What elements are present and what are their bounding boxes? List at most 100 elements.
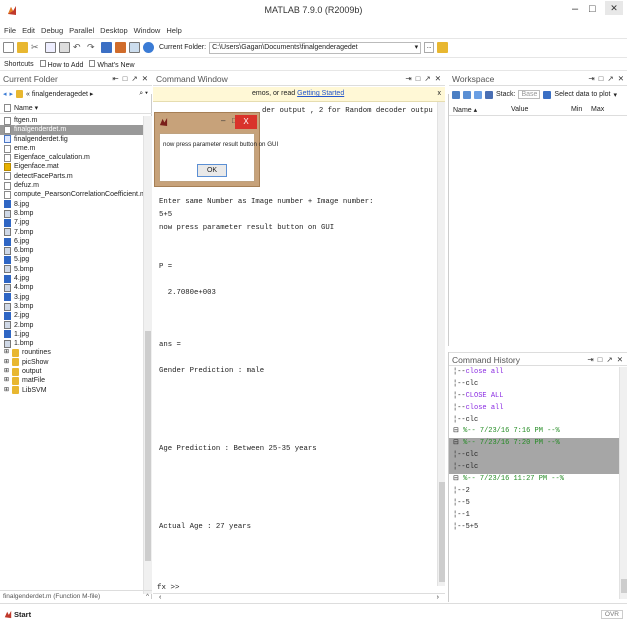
file-item[interactable]: detectFaceParts.m xyxy=(0,172,143,181)
file-item[interactable]: 6.jpg xyxy=(0,237,143,246)
menu-window[interactable]: Window xyxy=(134,26,161,35)
panel-controls[interactable]: ⇥ □ ↗ ✕ xyxy=(588,74,625,83)
shortcuts-menu[interactable]: Shortcuts xyxy=(4,61,34,68)
file-item[interactable]: 4.bmp xyxy=(0,283,143,292)
history-item[interactable]: ⊟ %-- 7/23/16 7:16 PM --% xyxy=(449,426,619,438)
select-data-to-plot[interactable]: Select data to plot xyxy=(554,91,610,98)
save-workspace-icon[interactable] xyxy=(485,90,493,99)
history-item[interactable]: ¦--1 xyxy=(449,510,619,522)
open-variable-icon[interactable] xyxy=(463,90,471,99)
breadcrumb[interactable]: « finalgenderagedet ▸ xyxy=(26,90,93,98)
history-item[interactable]: ⊟ %-- 7/23/16 11:27 PM --% xyxy=(449,474,619,486)
profiler-icon[interactable] xyxy=(129,42,140,53)
menu-desktop[interactable]: Desktop xyxy=(100,26,128,35)
undo-icon[interactable]: ↶ xyxy=(73,42,84,53)
menu-file[interactable]: File xyxy=(4,26,16,35)
expand-icon[interactable]: ⊞ xyxy=(4,376,9,385)
dialog-minimize-button[interactable]: – xyxy=(221,116,225,125)
chevron-down-icon[interactable]: ▾ xyxy=(415,43,419,52)
expand-icon[interactable]: ⊞ xyxy=(4,386,9,395)
file-item[interactable]: 3.bmp xyxy=(0,302,143,311)
close-window-button[interactable]: ✕ xyxy=(605,1,623,15)
file-item[interactable]: finalgenderdet.m xyxy=(0,125,143,135)
panel-controls[interactable]: ⇥ □ ↗ ✕ xyxy=(587,355,624,364)
history-scrollbar[interactable] xyxy=(619,367,627,599)
col-max[interactable]: Max xyxy=(591,106,604,113)
history-item[interactable]: ¦--close all xyxy=(449,367,619,379)
file-item[interactable]: 5.jpg xyxy=(0,255,143,265)
chevron-down-icon[interactable]: ▾ xyxy=(613,91,617,99)
file-item[interactable]: ⊞ rountines xyxy=(0,348,143,358)
history-item[interactable]: ¦--CLOSE ALL xyxy=(449,391,619,403)
search-icon[interactable]: ⌕ ▾ xyxy=(139,90,152,98)
file-item[interactable]: 8.bmp xyxy=(0,209,143,218)
file-item[interactable]: 7.bmp xyxy=(0,228,143,237)
history-item[interactable]: ¦--clc xyxy=(449,379,619,391)
ok-button[interactable]: OK xyxy=(197,164,227,177)
menu-help[interactable]: Help xyxy=(166,26,181,35)
menu-parallel[interactable]: Parallel xyxy=(69,26,94,35)
close-info-icon[interactable]: x xyxy=(438,90,442,98)
cut-icon[interactable]: ✂ xyxy=(31,42,42,53)
file-item[interactable]: Eigenface_calculation.m xyxy=(0,153,143,162)
file-item[interactable]: ⊞ output xyxy=(0,367,143,376)
scrollbar-thumb[interactable] xyxy=(145,331,151,561)
name-column-header[interactable]: Name ▾ xyxy=(0,102,152,114)
file-item[interactable]: 5.bmp xyxy=(0,265,143,274)
chevron-up-icon[interactable]: ^ xyxy=(146,593,149,600)
col-name[interactable]: Name ▴ xyxy=(453,106,477,114)
menu-edit[interactable]: Edit xyxy=(22,26,35,35)
file-item[interactable]: eme.m xyxy=(0,144,143,153)
file-item[interactable]: 4.jpg xyxy=(0,274,143,283)
file-item[interactable]: 2.bmp xyxy=(0,321,143,330)
expand-icon[interactable]: ⊞ xyxy=(4,348,9,357)
file-item[interactable]: 7.jpg xyxy=(0,218,143,227)
history-item[interactable]: ¦--close all xyxy=(449,403,619,415)
panel-controls[interactable]: ⇤ □ ↗ ✕ xyxy=(112,74,149,83)
import-data-icon[interactable] xyxy=(474,90,482,99)
file-item[interactable]: Eigenface.mat xyxy=(0,162,143,172)
minimize-button[interactable]: – xyxy=(572,3,578,15)
command-hscrollbar[interactable]: ‹ › xyxy=(153,593,445,602)
expand-icon[interactable]: ⊞ xyxy=(4,367,9,376)
current-folder-input[interactable]: C:\Users\Gagan\Documents\finalgenderaged… xyxy=(209,41,422,54)
new-variable-icon[interactable] xyxy=(452,90,460,99)
history-item[interactable]: ¦--5+5 xyxy=(449,522,619,534)
start-button[interactable]: Start xyxy=(4,610,31,619)
history-item[interactable]: ¦--5 xyxy=(449,498,619,510)
panel-controls[interactable]: ⇥ □ ↗ ✕ xyxy=(405,74,442,83)
getting-started-link[interactable]: Getting Started xyxy=(297,90,344,97)
file-item[interactable]: 2.jpg xyxy=(0,311,143,320)
history-item[interactable]: ¦--clc xyxy=(449,415,619,427)
history-item[interactable]: ¦--2 xyxy=(449,486,619,498)
whats-new-shortcut[interactable]: What's New xyxy=(89,59,135,69)
forward-icon[interactable]: ▸ xyxy=(10,90,14,98)
collapse-icon[interactable]: ⊟ xyxy=(453,475,463,483)
guide-icon[interactable] xyxy=(115,42,126,53)
file-item[interactable]: finalgenderdet.fig xyxy=(0,135,143,144)
command-prompt[interactable]: fx >> xyxy=(157,584,180,592)
dialog-close-button[interactable]: X xyxy=(235,115,257,129)
paste-icon[interactable] xyxy=(59,42,70,53)
file-item[interactable]: compute_PearsonCorrelationCoefficient.m xyxy=(0,190,143,200)
file-item[interactable]: ⊞ LibSVM xyxy=(0,386,143,395)
simulink-icon[interactable] xyxy=(101,42,112,53)
file-item[interactable]: ⊞ matFile xyxy=(0,376,143,385)
file-item[interactable]: ftgen.m xyxy=(0,116,143,125)
copy-icon[interactable] xyxy=(45,42,56,53)
maximize-button[interactable]: □ xyxy=(589,3,596,15)
collapse-icon[interactable]: ⊟ xyxy=(453,439,463,447)
expand-icon[interactable]: ⊞ xyxy=(4,358,9,367)
browse-folder-button[interactable]: ... xyxy=(424,42,435,53)
history-item[interactable]: ¦--clc xyxy=(449,462,619,475)
new-file-icon[interactable] xyxy=(3,42,14,53)
file-item[interactable]: defuz.m xyxy=(0,181,143,190)
back-icon[interactable]: ◂ xyxy=(3,90,7,98)
scrollbar-thumb[interactable] xyxy=(439,482,445,582)
history-item[interactable]: ¦--clc xyxy=(449,450,619,463)
col-min[interactable]: Min xyxy=(571,106,582,113)
up-folder-icon[interactable] xyxy=(437,42,449,53)
file-item[interactable]: 6.bmp xyxy=(0,246,143,255)
file-item[interactable]: 3.jpg xyxy=(0,293,143,302)
collapse-icon[interactable]: ⊟ xyxy=(453,427,463,435)
